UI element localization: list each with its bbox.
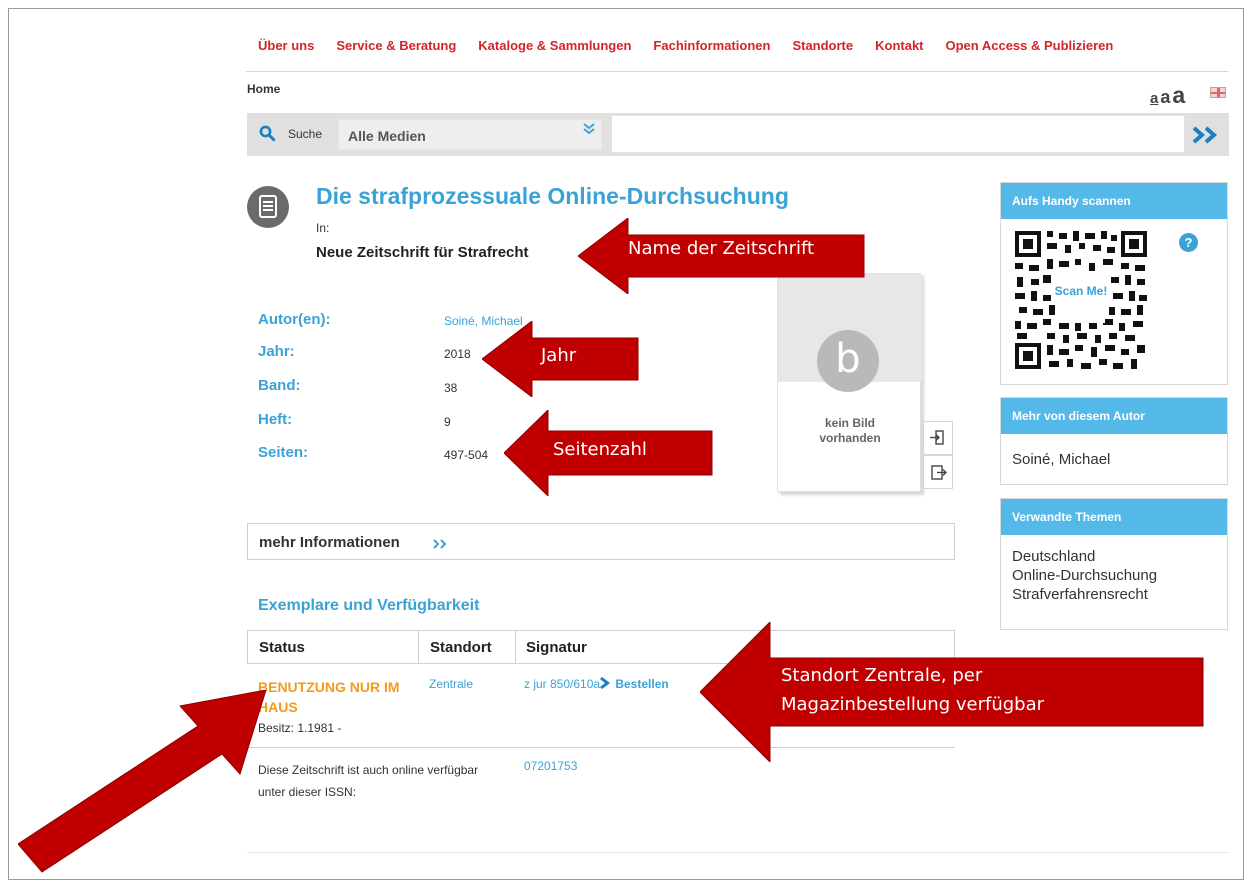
callnumber: z jur 850/610a bbox=[524, 677, 601, 691]
annotation-location-line2: Magazinbestellung verfügbar bbox=[781, 694, 1045, 715]
more-info-label: mehr Informationen bbox=[259, 534, 400, 551]
col-status: Status bbox=[259, 639, 305, 656]
field-label-year: Jahr: bbox=[258, 343, 295, 360]
nav-item-kontakt[interactable]: Kontakt bbox=[875, 38, 923, 53]
field-value-issue: 9 bbox=[444, 415, 451, 429]
cover-logo: b bbox=[817, 330, 879, 392]
issn-link[interactable]: 07201753 bbox=[524, 759, 577, 773]
qr-code-image: Scan Me! bbox=[1013, 229, 1149, 371]
field-value-volume: 38 bbox=[444, 381, 458, 395]
annotation-journal-text: Name der Zeitschrift bbox=[628, 238, 815, 259]
location-link[interactable]: Zentrale bbox=[429, 677, 473, 691]
cover-placeholder: b kein Bild vorhanden bbox=[777, 273, 922, 492]
double-chevron-right-icon bbox=[433, 539, 447, 549]
nav-item-open-access[interactable]: Open Access & Publizieren bbox=[946, 38, 1114, 53]
author-box: Mehr von diesem Autor Soiné, Michael bbox=[1000, 397, 1228, 485]
status-badge: BENUTZUNG NUR IM HAUS bbox=[258, 679, 400, 715]
holding-range: Besitz: 1.1981 - bbox=[258, 721, 342, 735]
author-box-title: Mehr von diesem Autor bbox=[1001, 398, 1227, 434]
field-label-volume: Band: bbox=[258, 377, 301, 394]
no-cover-text: kein Bild vorhanden bbox=[819, 416, 881, 445]
chevron-right-icon bbox=[600, 677, 610, 689]
font-size-medium[interactable]: a bbox=[1160, 87, 1170, 108]
annotation-arrow-location bbox=[700, 622, 1204, 762]
topics-box: Verwandte Themen Deutschland Online-Durc… bbox=[1000, 498, 1228, 630]
document-type-icon bbox=[247, 186, 289, 228]
search-bar: Suche Alle Medien bbox=[247, 113, 1229, 156]
nav-item-kataloge[interactable]: Kataloge & Sammlungen bbox=[478, 38, 631, 53]
search-submit-icon[interactable] bbox=[1191, 126, 1221, 144]
in-label: In: bbox=[316, 221, 330, 235]
journal-title: Neue Zeitschrift für Strafrecht bbox=[316, 244, 529, 261]
order-label: Bestellen bbox=[615, 677, 669, 691]
annotation-location-line1: Standort Zentrale, per bbox=[781, 665, 983, 686]
col-divider bbox=[515, 631, 516, 664]
login-icon[interactable] bbox=[923, 421, 953, 455]
nav-item-service[interactable]: Service & Beratung bbox=[336, 38, 456, 53]
col-location: Standort bbox=[430, 639, 492, 656]
nav-item-fachinformationen[interactable]: Fachinformationen bbox=[653, 38, 770, 53]
topics-box-title: Verwandte Themen bbox=[1001, 499, 1227, 535]
field-label-pages: Seiten: bbox=[258, 444, 309, 461]
search-scope-select[interactable]: Alle Medien bbox=[338, 119, 602, 150]
annotation-pages-text: Seitenzahl bbox=[553, 439, 647, 460]
search-input[interactable] bbox=[611, 115, 1185, 153]
export-icon[interactable] bbox=[923, 455, 953, 489]
nav-item-ueber-uns[interactable]: Über uns bbox=[258, 38, 314, 53]
field-label-issue: Heft: bbox=[258, 411, 293, 428]
holdings-title: Exemplare und Verfügbarkeit bbox=[258, 597, 480, 614]
qr-box-title: Aufs Handy scannen bbox=[1001, 183, 1227, 219]
english-flag-icon[interactable] bbox=[1210, 87, 1226, 98]
search-label: Suche bbox=[288, 127, 323, 141]
chevron-down-icon[interactable] bbox=[582, 122, 596, 136]
author-box-link[interactable]: Soiné, Michael bbox=[1001, 434, 1227, 477]
topic-link[interactable]: Online-Durchsuchung bbox=[1012, 566, 1216, 585]
nav-divider bbox=[246, 71, 1228, 72]
font-size-large[interactable]: a bbox=[1172, 82, 1185, 109]
field-value-year: 2018 bbox=[444, 347, 471, 361]
footer-divider bbox=[247, 852, 1229, 853]
font-size-small[interactable]: a bbox=[1150, 90, 1158, 107]
more-info-toggle[interactable]: mehr Informationen bbox=[247, 523, 955, 560]
qr-scan-text: Scan Me! bbox=[1055, 284, 1108, 298]
breadcrumb-home[interactable]: Home bbox=[247, 82, 280, 96]
search-icon[interactable] bbox=[259, 125, 275, 141]
topic-link[interactable]: Deutschland bbox=[1012, 547, 1216, 566]
record-title: Die strafprozessuale Online-Durchsuchung bbox=[316, 183, 789, 209]
annotation-year-text: Jahr bbox=[541, 345, 577, 366]
order-button[interactable]: Bestellen bbox=[600, 677, 669, 691]
main-navigation: Über uns Service & Beratung Kataloge & S… bbox=[258, 38, 1113, 53]
font-size-switcher: a a a bbox=[1150, 82, 1185, 109]
online-note: Diese Zeitschrift ist auch online verfüg… bbox=[258, 763, 479, 799]
col-callnumber: Signatur bbox=[526, 639, 587, 656]
field-value-pages: 497-504 bbox=[444, 448, 489, 462]
col-divider bbox=[418, 631, 419, 664]
nav-item-standorte[interactable]: Standorte bbox=[792, 38, 853, 53]
search-scope-value: Alle Medien bbox=[348, 128, 426, 144]
help-icon[interactable]: ? bbox=[1179, 233, 1198, 252]
topic-link[interactable]: Strafverfahrensrecht bbox=[1012, 585, 1216, 604]
topics-list: Deutschland Online-Durchsuchung Strafver… bbox=[1001, 535, 1227, 612]
field-label-author: Autor(en): bbox=[258, 311, 331, 328]
